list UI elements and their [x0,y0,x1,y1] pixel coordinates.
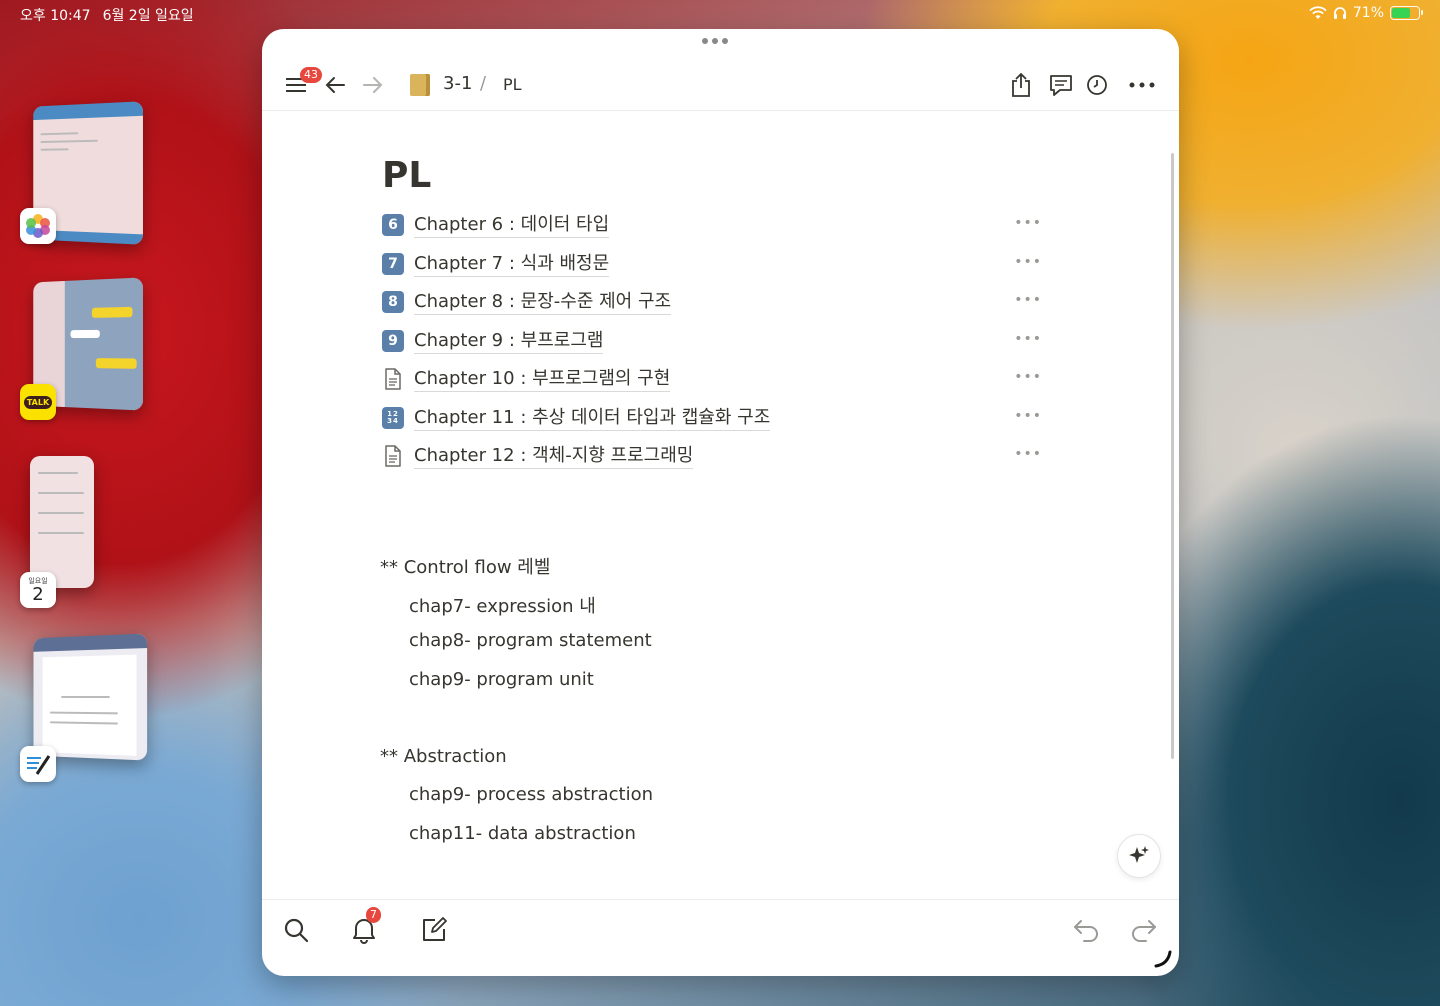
row-more-button[interactable]: ••• [1014,292,1042,308]
kakaotalk-label: TALK [23,395,53,409]
window-grabber-icon[interactable] [702,38,728,44]
battery-level-fill [1392,8,1411,18]
share-button[interactable] [1002,65,1040,105]
page-link-label[interactable]: Chapter 6 : 데이터 타입 [414,213,610,238]
undo-button[interactable] [1066,910,1106,950]
inbox-badge: 7 [366,907,381,923]
top-toolbar: 43 3-1 / PL [262,65,1179,111]
page-link-label[interactable]: Chapter 8 : 문장-수준 제어 구조 [414,290,672,315]
sidebar-menu-button[interactable]: 43 [274,65,322,105]
calendar-icon[interactable]: 일요일 2 [20,572,56,608]
comments-button[interactable] [1042,65,1080,105]
page-link-label[interactable]: Chapter 10 : 부프로그램의 구현 [414,367,671,392]
notion-window: 43 3-1 / PL PL 6 Chapter 6: 데이터 타입 ••• … [262,29,1179,976]
redo-icon [1132,920,1156,942]
new-page-button[interactable] [414,910,454,950]
page-link-label[interactable]: Chapter 7 : 식과 배정문 [414,252,610,277]
page-link-chapter-11[interactable]: 1234 Chapter 11 : 추상 데이터 타입과 캡슐화 구조 ••• [382,402,1062,434]
compose-icon [423,917,447,941]
headphones-icon [1333,7,1346,19]
scrollbar[interactable] [1171,153,1174,759]
row-more-button[interactable]: ••• [1014,254,1042,270]
inbox-button[interactable]: 7 [344,907,384,950]
calendar-app-card[interactable] [30,456,94,588]
kakaotalk-icon[interactable]: TALK [20,384,56,420]
text-block[interactable]: chap11- data abstraction [409,823,636,844]
document-icon [382,445,404,467]
page-link-chapter-8[interactable]: 8 Chapter 8 : 문장-수준 제어 구조 ••• [382,286,1062,318]
row-more-button[interactable]: ••• [1014,369,1042,385]
page-content: PL 6 Chapter 6 : 데이터 타입 ••• 7 Chapter 7 … [262,111,1179,899]
breadcrumb-separator: / [480,73,487,94]
keycap-6-icon: 6 [382,214,404,236]
ai-assistant-button[interactable] [1117,834,1161,878]
page-link-chapter-6[interactable]: 6 Chapter 6 : 데이터 타입 ••• [382,209,1062,241]
back-button[interactable] [316,65,354,105]
input-numbers-icon: 1234 [382,407,404,429]
keycap-9-icon: 9 [382,330,404,352]
calendar-day: 2 [32,584,44,605]
forward-button[interactable] [354,65,392,105]
text-block[interactable]: chap9- program unit [409,669,594,690]
text-block[interactable]: chap8- program statement [409,630,652,651]
clock-icon [1087,75,1107,95]
arrow-left-icon [325,77,345,93]
page-link-label[interactable]: Chapter 12 : 객체-지향 프로그래밍 [414,444,694,469]
undo-icon [1074,920,1098,942]
folder-icon [410,74,430,96]
text-block[interactable]: chap7- expression 내 [409,592,596,618]
row-more-button[interactable]: ••• [1014,215,1042,231]
comment-icon [1050,75,1072,96]
sparkle-icon [1129,846,1149,863]
share-icon [1012,72,1030,97]
breadcrumb-parent[interactable]: 3-1 [443,73,472,94]
notes-icon[interactable] [20,746,56,782]
more-icon [1129,82,1155,88]
wifi-icon [1309,6,1327,19]
section-heading-abstraction[interactable]: ** Abstraction [380,746,507,767]
redo-button[interactable] [1124,910,1164,950]
document-icon [382,368,404,390]
text-block[interactable]: chap9- process abstraction [409,784,653,805]
keycap-7-icon: 7 [382,253,404,275]
page-link-label[interactable]: Chapter 11 : 추상 데이터 타입과 캡슐화 구조 [414,406,771,431]
photos-icon[interactable] [20,208,56,244]
row-more-button[interactable]: ••• [1014,408,1042,424]
row-more-button[interactable]: ••• [1014,331,1042,347]
resize-handle-icon[interactable] [1152,948,1174,970]
page-link-chapter-9[interactable]: 9 Chapter 9 : 부프로그램 ••• [382,325,1062,357]
arrow-right-icon [363,77,383,93]
row-more-button[interactable]: ••• [1014,446,1042,462]
notes-app-card[interactable] [33,633,148,761]
page-link-label[interactable]: Chapter 9 : 부프로그램 [414,329,604,354]
more-options-button[interactable] [1122,65,1162,105]
search-button[interactable] [276,910,316,950]
page-link-chapter-12[interactable]: Chapter 12 : 객체-지향 프로그래밍 ••• [382,440,1062,472]
history-button[interactable] [1078,65,1116,105]
input-numbers-glyph: 1234 [387,410,399,425]
status-time: 오후 10:47 [20,8,91,24]
breadcrumb-current[interactable]: PL [503,75,522,94]
battery-percent: 71% [1352,5,1384,21]
bottom-toolbar: 7 [262,899,1179,976]
status-bar: 오후 10:47 6월 2일 일요일 71% [0,0,1440,28]
status-date: 6월 2일 일요일 [102,8,194,24]
search-icon [284,918,309,943]
page-link-chapter-10[interactable]: Chapter 10 : 부프로그램의 구현 ••• [382,363,1062,395]
page-link-chapter-7[interactable]: 7 Chapter 7 : 식과 배정문 ••• [382,248,1062,280]
section-heading-control-flow[interactable]: ** Control flow 레벨 [380,553,550,579]
battery-icon [1390,6,1423,20]
page-title[interactable]: PL [382,155,431,196]
keycap-8-icon: 8 [382,291,404,313]
